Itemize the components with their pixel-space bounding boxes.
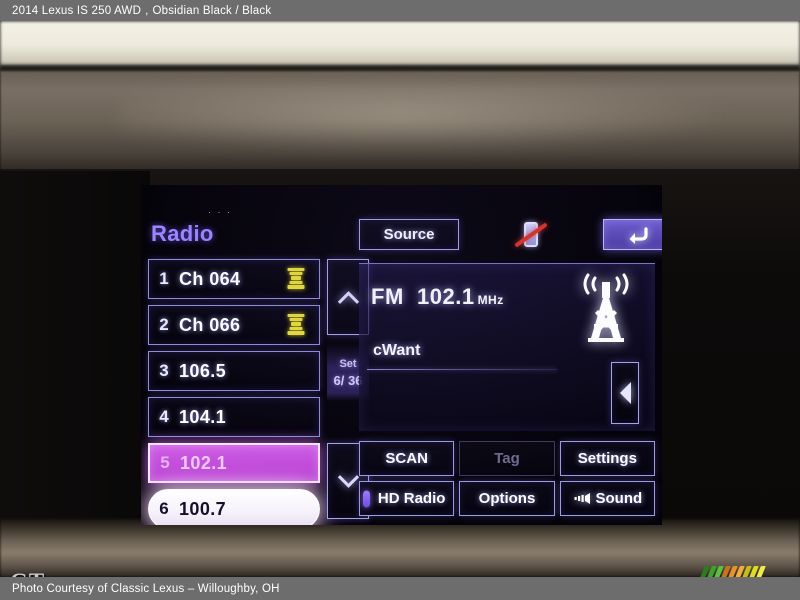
source-button[interactable]: Source — [359, 219, 459, 250]
site-watermark: GTCARLOT.COM — [10, 569, 189, 577]
preset-number: 1 — [159, 269, 169, 288]
sound-button[interactable]: Sound — [559, 481, 655, 516]
vehicle-title: 2014 Lexus IS 250 AWD — [12, 4, 142, 17]
hd-indicator-icon — [363, 490, 370, 507]
preset-item-2[interactable]: 2 Ch 066 — [148, 305, 320, 345]
preset-value: 100.7 — [179, 498, 227, 519]
options-button[interactable]: Options — [459, 481, 555, 516]
preset-number: 5 — [160, 453, 170, 472]
return-arrow-icon — [629, 226, 648, 244]
screen-bezel-left — [0, 171, 150, 521]
speaker-icon — [574, 493, 590, 504]
band-label: FM — [371, 284, 404, 309]
set-label: Set — [339, 358, 357, 370]
station-underline — [367, 369, 557, 370]
station-frequency-display: FM 102.1 MHz — [371, 284, 504, 310]
chevron-up-icon — [337, 290, 359, 312]
radio-tower-icon — [575, 272, 637, 344]
bar-group-yellow — [737, 566, 766, 577]
preset-number: 3 — [159, 361, 169, 380]
preset-value: Ch 066 — [179, 314, 241, 335]
frequency-value: 102.1 — [417, 284, 475, 309]
preset-item-6-pressed[interactable]: 6 100.7 — [148, 489, 320, 525]
satellite-radio-icon — [281, 266, 311, 292]
preset-item-5-selected[interactable]: 5 102.1 — [148, 443, 320, 483]
hd-radio-label: HD Radio — [377, 490, 446, 507]
dashboard-highlight — [120, 83, 740, 153]
bar-group-orange — [716, 566, 745, 577]
photo-caption-bar: 2014 Lexus IS 250 AWD, Obsidian Black / … — [0, 0, 800, 21]
phone-disconnected-icon — [514, 220, 548, 250]
preset-list: 1 Ch 064 2 Ch 066 3 106.5 4 104.1 5 102.… — [148, 259, 320, 525]
hd-radio-button[interactable]: HD Radio — [359, 481, 455, 516]
photo-credit: Photo Courtesy of Classic Lexus – Willou… — [12, 582, 280, 595]
preset-value: 102.1 — [180, 452, 228, 473]
brand-color-bars — [695, 566, 792, 577]
preset-number: 4 — [159, 407, 169, 426]
preset-number: 2 — [159, 315, 169, 334]
watermark-part1: GT — [10, 569, 45, 577]
bar-group-green — [695, 566, 724, 577]
screen-dots-top: · · · — [208, 207, 232, 217]
preset-number: 6 — [159, 499, 169, 518]
preset-item-3[interactable]: 3 106.5 — [148, 351, 320, 391]
previous-triangle-icon — [619, 382, 631, 404]
station-name: cWant — [373, 342, 421, 359]
settings-button[interactable]: Settings — [559, 441, 655, 476]
preset-value: 106.5 — [179, 360, 227, 381]
tag-button: Tag — [459, 441, 555, 476]
infotainment-screen[interactable]: · · · Radio · · · 1 Ch 064 2 Ch 066 3 10… — [141, 185, 662, 525]
photo-credit-bar: Photo Courtesy of Classic Lexus – Willou… — [0, 577, 800, 600]
vehicle-interior-photo: · · · Radio · · · 1 Ch 064 2 Ch 066 3 10… — [0, 21, 800, 577]
chevron-down-icon — [337, 466, 359, 488]
preset-value: Ch 064 — [179, 268, 241, 289]
top-control-row: Source — [359, 219, 662, 253]
preset-item-4[interactable]: 4 104.1 — [148, 397, 320, 437]
now-playing-panel: FM 102.1 MHz cWant — [359, 263, 655, 431]
frequency-unit: MHz — [477, 293, 504, 307]
preset-item-1[interactable]: 1 Ch 064 — [148, 259, 320, 299]
previous-station-button[interactable] — [611, 362, 639, 424]
satellite-radio-icon — [281, 312, 311, 338]
caption-separator: , — [145, 4, 149, 17]
back-button[interactable] — [603, 219, 662, 250]
scan-button[interactable]: SCAN — [359, 441, 455, 476]
sound-label: Sound — [595, 490, 643, 507]
page-title: Radio — [151, 221, 214, 246]
preset-value: 104.1 — [179, 406, 227, 427]
function-button-grid: SCAN Tag Settings HD Radio Options Sound — [359, 441, 655, 516]
vehicle-trim-colors: Obsidian Black / Black — [152, 4, 272, 17]
